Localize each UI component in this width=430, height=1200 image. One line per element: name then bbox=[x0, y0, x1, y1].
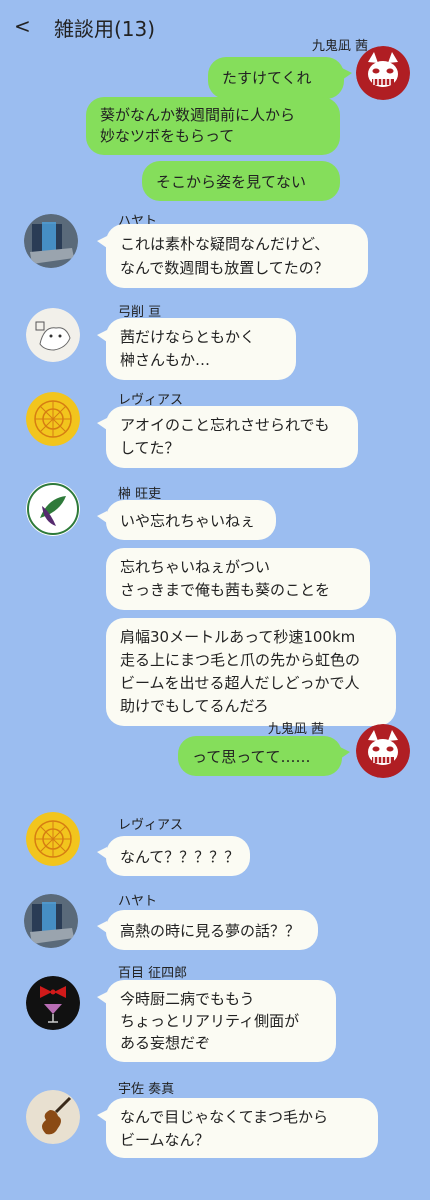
message-line: アオイのこと忘れさせられでも bbox=[120, 416, 330, 434]
leaf-crest-icon bbox=[26, 482, 80, 536]
bubble-tail bbox=[97, 418, 107, 430]
sender-name: 九鬼凪 茜 bbox=[311, 39, 368, 54]
message-bubble-other[interactable]: なんで目じゃなくてまつ毛から ビームなん？ bbox=[106, 1098, 378, 1158]
message-line: いや忘れちゃいねぇ bbox=[120, 512, 256, 530]
message-line: 茜だけならともかく bbox=[120, 328, 256, 346]
message-line: ビームなん？ bbox=[120, 1131, 210, 1149]
message-bubble-other[interactable]: 茜だけならともかく 榊さんもか… bbox=[106, 318, 296, 380]
avatar-dog-sketch[interactable] bbox=[26, 308, 80, 362]
message-line: たすけてくれ bbox=[222, 69, 312, 87]
bubble-tail bbox=[97, 992, 107, 1004]
message-bubble-other[interactable]: これは素朴な疑問なんだけど、 なんで数週間も放置してたの？ bbox=[106, 224, 368, 288]
message-line: 妙なツボをもらって bbox=[100, 127, 235, 145]
message-line: さっきまで俺も茜も葵のことを bbox=[120, 581, 331, 599]
chat-title: 雑談用(13) bbox=[54, 17, 156, 41]
message-bubble-other[interactable]: 高熱の時に見る夢の話？？ bbox=[106, 910, 318, 950]
message-line: 今時厨二病でももう bbox=[120, 990, 255, 1008]
message-line: ビームを出せる超人だしどっかで人 bbox=[120, 674, 360, 692]
bubble-tail bbox=[97, 511, 107, 523]
message-bubble-other[interactable]: 今時厨二病でももう ちょっとリアリティ側面が ある妄想だぞ bbox=[106, 980, 336, 1062]
avatar-violin[interactable] bbox=[26, 1090, 80, 1144]
bubble-tail bbox=[340, 747, 350, 759]
message-line: これは素朴な疑問なんだけど、 bbox=[120, 235, 330, 253]
avatar-laptop[interactable] bbox=[24, 894, 78, 948]
bowtie-glass-icon bbox=[26, 976, 80, 1030]
bubble-tail bbox=[97, 847, 107, 859]
message-line: 助けでもしてるんだろ bbox=[120, 697, 269, 715]
message-line: 葵がなんか数週間前に人から bbox=[100, 106, 296, 124]
sender-name: 宇佐 奏真 bbox=[118, 1082, 175, 1097]
sender-name: 九鬼凪 茜 bbox=[267, 722, 324, 737]
message-line: なんで数週間も放置してたの？ bbox=[120, 259, 329, 277]
avatar-oni-mask[interactable] bbox=[356, 46, 410, 100]
gold-emblem-icon bbox=[26, 392, 80, 446]
gold-emblem-icon bbox=[26, 812, 80, 866]
bubble-tail bbox=[342, 68, 352, 80]
sender-name: レヴィアス bbox=[118, 818, 184, 833]
back-arrow-icon[interactable]: < bbox=[14, 14, 31, 38]
message-line: 走る上にまつ毛と爪の先から虹色の bbox=[120, 651, 361, 669]
avatar-leaf-crest[interactable] bbox=[26, 482, 80, 536]
laptop-photo-icon bbox=[24, 214, 78, 268]
avatar-gold-emblem[interactable] bbox=[26, 812, 80, 866]
bubble-tail bbox=[97, 1110, 107, 1122]
dog-sketch-icon bbox=[26, 308, 80, 362]
sender-name: 百目 征四郎 bbox=[118, 966, 188, 981]
message-bubble-other[interactable]: いや忘れちゃいねぇ bbox=[106, 500, 276, 540]
message-bubble-mine[interactable]: 葵がなんか数週間前に人から 妙なツボをもらって bbox=[86, 97, 340, 155]
message-line: ある妄想だぞ bbox=[120, 1034, 211, 1052]
message-bubble-mine[interactable]: そこから姿を見てない bbox=[142, 161, 340, 201]
violin-icon bbox=[26, 1090, 80, 1144]
message-line: ちょっとリアリティ側面が bbox=[120, 1012, 300, 1030]
bubble-tail bbox=[97, 330, 107, 342]
message-line: 忘れちゃいねぇがつい bbox=[120, 558, 271, 576]
message-line: なんて？？？？？ bbox=[120, 848, 240, 866]
bubble-tail bbox=[97, 921, 107, 933]
message-bubble-other[interactable]: なんて？？？？？ bbox=[106, 836, 250, 876]
oni-mask-icon bbox=[356, 46, 410, 100]
avatar-bowtie-glass[interactable] bbox=[26, 976, 80, 1030]
avatar-laptop[interactable] bbox=[24, 214, 78, 268]
message-line: 榊さんもか… bbox=[120, 351, 211, 369]
avatar-oni-mask[interactable] bbox=[356, 724, 410, 778]
bubble-tail bbox=[97, 236, 107, 248]
message-bubble-other[interactable]: 肩幅30メートルあって秒速100km 走る上にまつ毛と爪の先から虹色の ビームを… bbox=[106, 618, 396, 726]
message-bubble-other[interactable]: アオイのこと忘れさせられでも してた？ bbox=[106, 406, 358, 468]
laptop-photo-icon bbox=[24, 894, 78, 948]
message-bubble-mine[interactable]: たすけてくれ bbox=[208, 57, 344, 99]
avatar-gold-emblem[interactable] bbox=[26, 392, 80, 446]
message-line: って思ってて…… bbox=[192, 748, 311, 766]
message-bubble-mine[interactable]: って思ってて…… bbox=[178, 736, 342, 776]
message-line: してた？ bbox=[120, 439, 180, 457]
message-line: そこから姿を見てない bbox=[156, 173, 307, 191]
oni-mask-icon bbox=[356, 724, 410, 778]
message-line: なんで目じゃなくてまつ毛から bbox=[120, 1108, 329, 1126]
sender-name: ハヤト bbox=[118, 894, 158, 909]
message-bubble-other[interactable]: 忘れちゃいねぇがつい さっきまで俺も茜も葵のことを bbox=[106, 548, 370, 610]
message-line: 高熱の時に見る夢の話？？ bbox=[120, 922, 301, 940]
message-line: 肩幅30メートルあって秒速100km bbox=[120, 628, 356, 646]
